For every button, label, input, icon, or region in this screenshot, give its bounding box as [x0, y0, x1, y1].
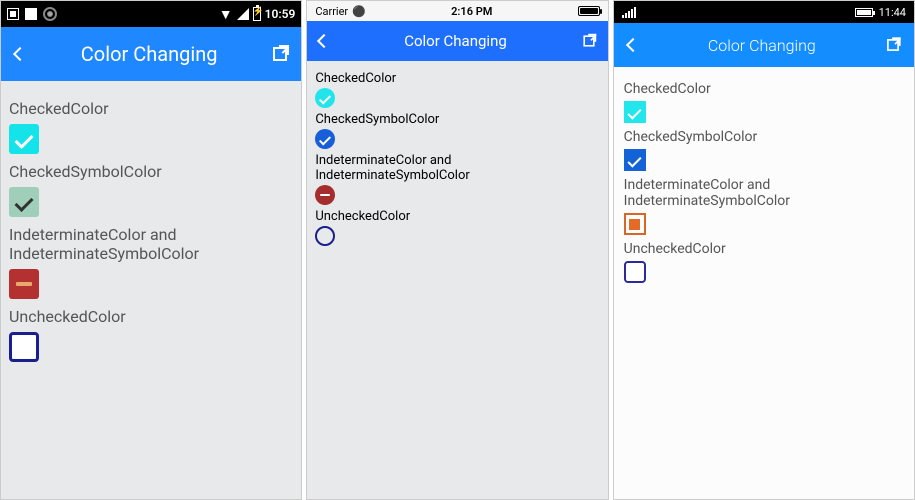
label-indeterminate: IndeterminateColor and IndeterminateSymb… — [624, 177, 904, 209]
checkbox-checked[interactable] — [9, 124, 39, 154]
android-phone: ▼ 10:59 Color Changing CheckedColor Chec… — [0, 0, 302, 500]
checkbox-indeterminate[interactable] — [624, 213, 646, 235]
android-appbar: Color Changing — [1, 27, 301, 81]
android-statusbar: ▼ 10:59 — [1, 1, 301, 27]
carrier-label: Carrier — [315, 5, 348, 18]
external-link-icon[interactable] — [887, 39, 899, 51]
checkbox-symbol[interactable] — [624, 149, 646, 171]
label-indeterminate: IndeterminateColor and IndeterminateSymb… — [315, 153, 599, 183]
uwp-content: CheckedColor CheckedSymbolColor Indeterm… — [614, 67, 914, 499]
checkbox-indeterminate[interactable] — [315, 185, 335, 205]
label-checked: CheckedColor — [9, 99, 293, 118]
checkbox-unchecked[interactable] — [315, 226, 335, 246]
label-checked: CheckedColor — [624, 81, 904, 97]
checkbox-symbol[interactable] — [9, 187, 39, 217]
page-title: Color Changing — [25, 42, 273, 66]
label-unchecked: UncheckedColor — [315, 209, 599, 224]
wifi-icon: ⚫ — [352, 5, 366, 18]
label-symbol: CheckedSymbolColor — [624, 129, 904, 145]
uwp-phone: 11:44 Color Changing CheckedColor Checke… — [613, 0, 915, 500]
checkbox-indeterminate[interactable] — [9, 269, 39, 299]
checkbox-symbol[interactable] — [315, 129, 335, 149]
battery-icon — [855, 8, 873, 17]
signal-icon — [237, 8, 249, 20]
android-content: CheckedColor CheckedSymbolColor Indeterm… — [1, 81, 301, 372]
label-unchecked: UncheckedColor — [9, 307, 293, 326]
checkbox-checked[interactable] — [624, 101, 646, 123]
label-indeterminate: IndeterminateColor and IndeterminateSymb… — [9, 225, 293, 263]
label-checked: CheckedColor — [315, 71, 599, 86]
signal-icon — [622, 7, 636, 18]
page-title: Color Changing — [638, 36, 886, 55]
checkbox-unchecked[interactable] — [9, 332, 39, 362]
wifi-icon: ▼ — [219, 6, 233, 23]
ios-appbar: Color Changing — [307, 21, 607, 61]
clock: 10:59 — [265, 7, 296, 21]
page-title: Color Changing — [329, 32, 581, 50]
ios-content: CheckedColor CheckedSymbolColor Indeterm… — [307, 61, 607, 254]
uwp-appbar: Color Changing — [614, 23, 914, 67]
notification-icon-1 — [7, 8, 19, 20]
label-symbol: CheckedSymbolColor — [315, 112, 599, 127]
uwp-statusbar: 11:44 — [614, 1, 914, 23]
external-link-icon[interactable] — [583, 35, 594, 46]
clock: 11:44 — [879, 6, 906, 19]
notification-icon-3 — [43, 7, 57, 21]
label-symbol: CheckedSymbolColor — [9, 162, 293, 181]
checkbox-unchecked[interactable] — [624, 261, 646, 283]
clock: 2:16 PM — [366, 5, 578, 18]
ios-phone: Carrier ⚫ 2:16 PM Color Changing Checked… — [306, 0, 608, 500]
ios-statusbar: Carrier ⚫ 2:16 PM — [307, 1, 607, 21]
notification-icon-2 — [25, 8, 37, 20]
label-unchecked: UncheckedColor — [624, 241, 904, 257]
checkbox-checked[interactable] — [315, 88, 335, 108]
external-link-icon[interactable] — [273, 47, 287, 61]
battery-icon — [578, 6, 600, 16]
battery-icon — [253, 7, 261, 21]
